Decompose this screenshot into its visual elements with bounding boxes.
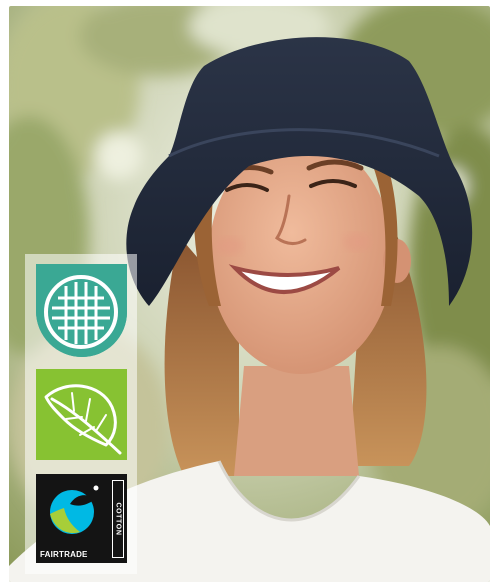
left-cheek (215, 237, 243, 255)
cotton-text: COTTON (114, 502, 122, 536)
fairtrade-label: FAIRTRADE (40, 550, 88, 559)
leaf-badge (36, 369, 127, 460)
neck (234, 366, 359, 476)
leaf-icon (44, 384, 122, 455)
right-cheek (343, 233, 371, 251)
fairtrade-badge: FAIRTRADE COTTON (36, 474, 127, 563)
photo-frame: FAIRTRADE COTTON (9, 6, 490, 582)
woven-fabric-icon (36, 264, 127, 357)
cotton-label: COTTON (112, 480, 124, 558)
certification-badges-panel: FAIRTRADE COTTON (25, 254, 137, 574)
